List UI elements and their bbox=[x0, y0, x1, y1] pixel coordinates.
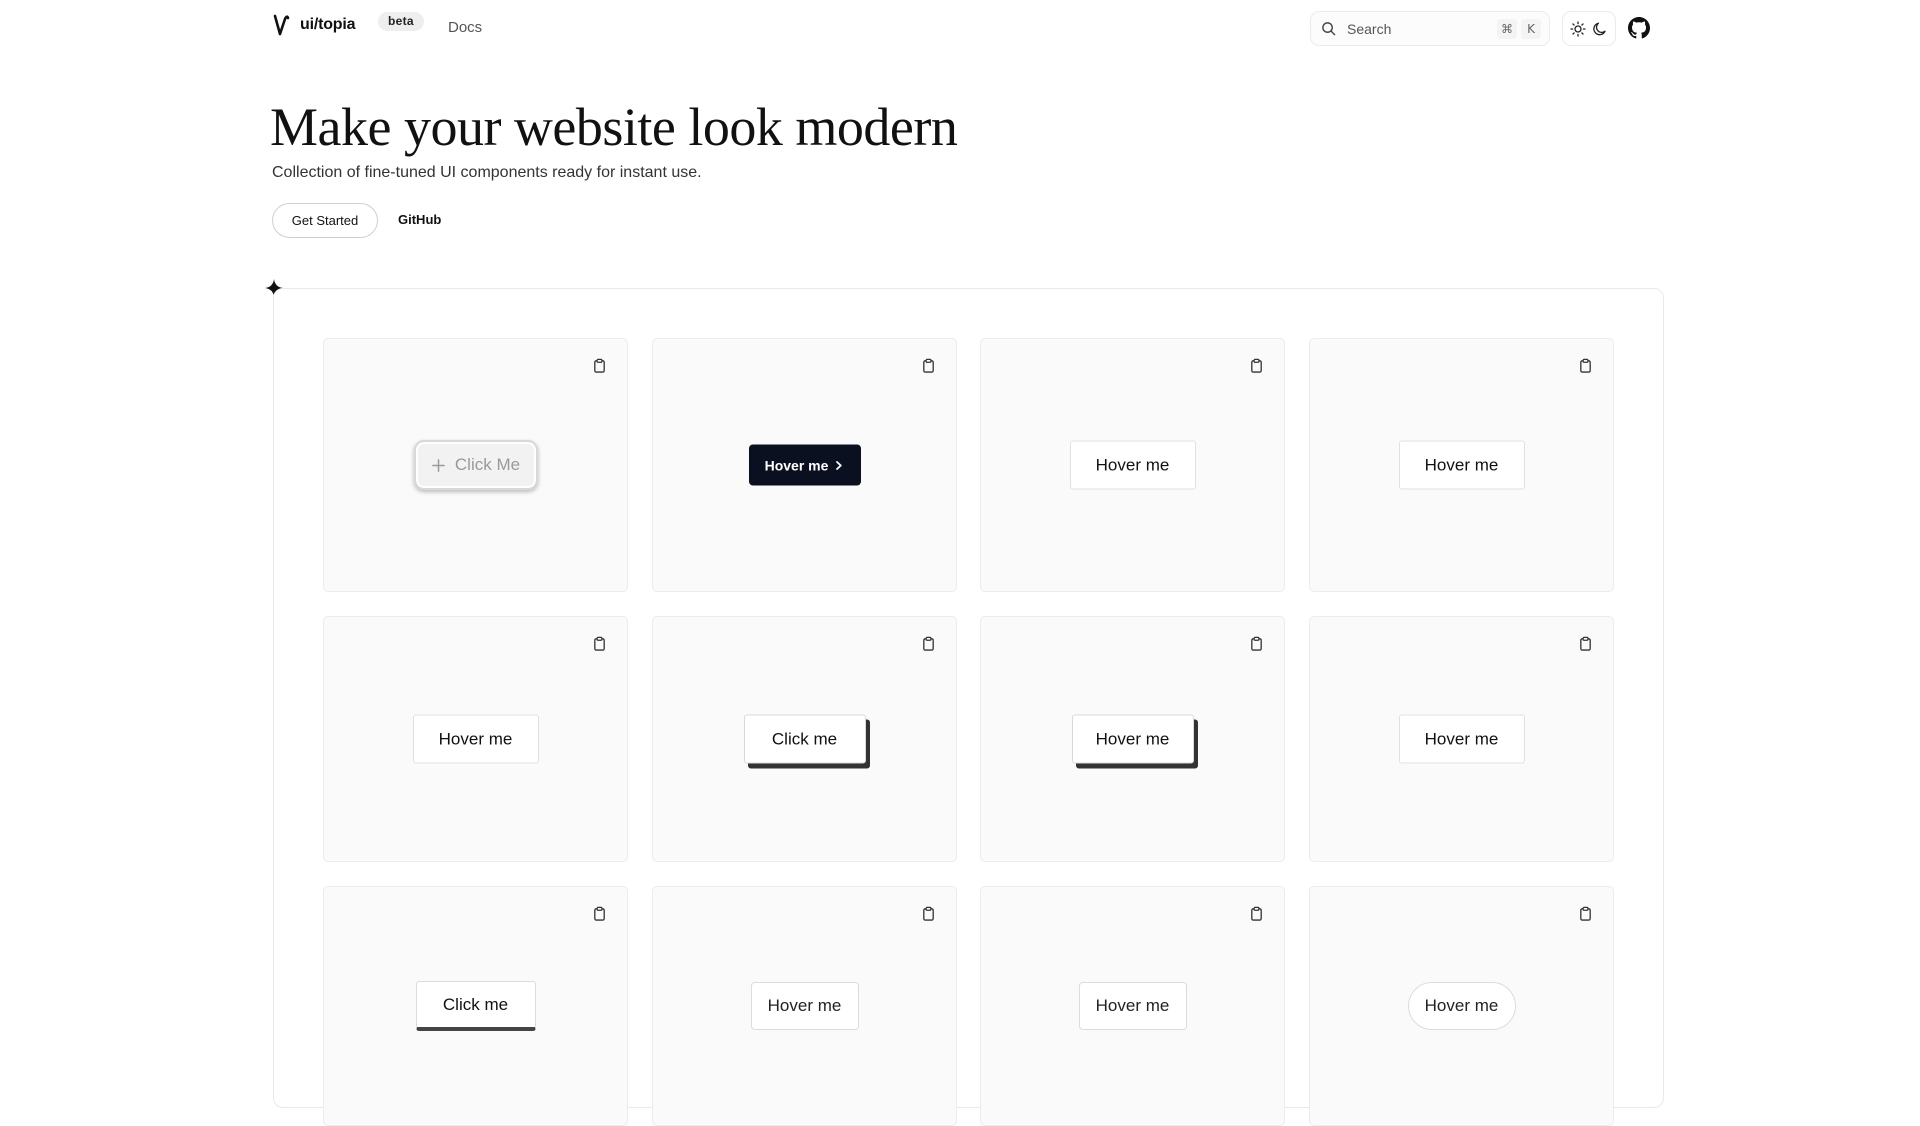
copy-code-icon[interactable] bbox=[1249, 636, 1264, 651]
sun-icon[interactable] bbox=[1570, 20, 1586, 37]
copy-code-icon[interactable] bbox=[1578, 358, 1593, 373]
copy-code-icon[interactable] bbox=[592, 906, 607, 921]
demo-button-plain[interactable]: Hover me bbox=[1398, 440, 1525, 490]
search-icon bbox=[1322, 22, 1336, 36]
copy-code-icon[interactable] bbox=[921, 358, 936, 373]
search-box[interactable]: ⌘ K bbox=[1310, 11, 1550, 46]
demo-button-label: Click me bbox=[442, 994, 509, 1014]
nav-docs-link[interactable]: Docs bbox=[448, 19, 482, 36]
hero-subtitle: Collection of fine-tuned UI components r… bbox=[272, 164, 702, 181]
get-started-button[interactable]: Get Started bbox=[272, 203, 378, 238]
demo-button-compact[interactable]: Hover me bbox=[1078, 982, 1187, 1030]
component-card: Hover me bbox=[1309, 338, 1614, 592]
copy-code-icon[interactable] bbox=[921, 906, 936, 921]
demo-button-shadow[interactable]: Click me bbox=[743, 714, 866, 764]
component-card: Hover me bbox=[652, 338, 957, 592]
copy-code-icon[interactable] bbox=[592, 358, 607, 373]
demo-button-label: Hover me bbox=[1424, 455, 1499, 474]
component-card: Hover me bbox=[652, 886, 957, 1126]
brand-name: ui/topia bbox=[300, 16, 356, 33]
demo-button-label: Click Me bbox=[454, 455, 521, 474]
github-link[interactable]: GitHub bbox=[398, 212, 441, 227]
chevron-right-icon bbox=[828, 460, 844, 470]
demo-button-label: Hover me bbox=[1095, 729, 1170, 748]
component-card: Hover me bbox=[1309, 616, 1614, 862]
component-card: Click me bbox=[652, 616, 957, 862]
copy-code-icon[interactable] bbox=[1249, 906, 1264, 921]
command-key: ⌘ bbox=[1497, 18, 1517, 39]
demo-button-label: Hover me bbox=[1424, 729, 1499, 748]
beta-badge: beta bbox=[378, 12, 424, 31]
brand-logo-icon bbox=[273, 14, 290, 36]
github-icon[interactable] bbox=[1628, 17, 1650, 39]
demo-button-click-glass[interactable]: Click Me bbox=[413, 440, 538, 490]
component-showcase: Click Me Hover me Hover me Hover me Hover me… bbox=[273, 288, 1664, 1126]
demo-button-label: Hover me bbox=[1095, 996, 1170, 1015]
theme-toggle[interactable] bbox=[1562, 11, 1616, 46]
copy-code-icon[interactable] bbox=[1578, 636, 1593, 651]
moon-icon[interactable] bbox=[1592, 21, 1608, 37]
demo-button-plain[interactable]: Hover me bbox=[1398, 714, 1525, 764]
component-card: Hover me bbox=[980, 338, 1285, 592]
component-card: Hover me bbox=[980, 616, 1285, 862]
demo-button-dark-arrow[interactable]: Hover me bbox=[748, 444, 861, 486]
demo-button-label: Hover me bbox=[438, 729, 513, 748]
demo-button-bottom-bar[interactable]: Click me bbox=[415, 981, 536, 1031]
search-shortcut: ⌘ K bbox=[1497, 18, 1541, 39]
demo-button-plain[interactable]: Hover me bbox=[1069, 440, 1196, 490]
copy-code-icon[interactable] bbox=[1249, 358, 1264, 373]
component-card: Hover me bbox=[1309, 886, 1614, 1126]
plus-icon bbox=[431, 458, 455, 473]
brand-home-link[interactable]: ui/topia bbox=[272, 14, 355, 36]
component-card: Click me bbox=[323, 886, 628, 1126]
demo-button-label: Click me bbox=[771, 729, 838, 748]
component-card: Hover me bbox=[980, 886, 1285, 1126]
component-card: Hover me bbox=[323, 616, 628, 862]
hero-title: Make your website look modern bbox=[270, 97, 958, 157]
demo-button-pill[interactable]: Hover me bbox=[1407, 982, 1516, 1030]
demo-button-compact[interactable]: Hover me bbox=[750, 982, 859, 1030]
demo-button-label: Hover me bbox=[767, 996, 842, 1015]
demo-button-label: Hover me bbox=[1424, 996, 1499, 1015]
copy-code-icon[interactable] bbox=[1578, 906, 1593, 921]
demo-button-plain[interactable]: Hover me bbox=[412, 714, 539, 764]
top-nav: ui/topia beta Docs ⌘ K bbox=[0, 0, 1920, 56]
search-input[interactable] bbox=[1345, 19, 1475, 38]
demo-button-label: Hover me bbox=[1095, 455, 1170, 474]
k-key: K bbox=[1521, 18, 1541, 39]
copy-code-icon[interactable] bbox=[592, 636, 607, 651]
demo-button-label: Hover me bbox=[764, 457, 829, 473]
demo-button-shadow[interactable]: Hover me bbox=[1071, 714, 1194, 764]
component-card: Click Me bbox=[323, 338, 628, 592]
copy-code-icon[interactable] bbox=[921, 636, 936, 651]
